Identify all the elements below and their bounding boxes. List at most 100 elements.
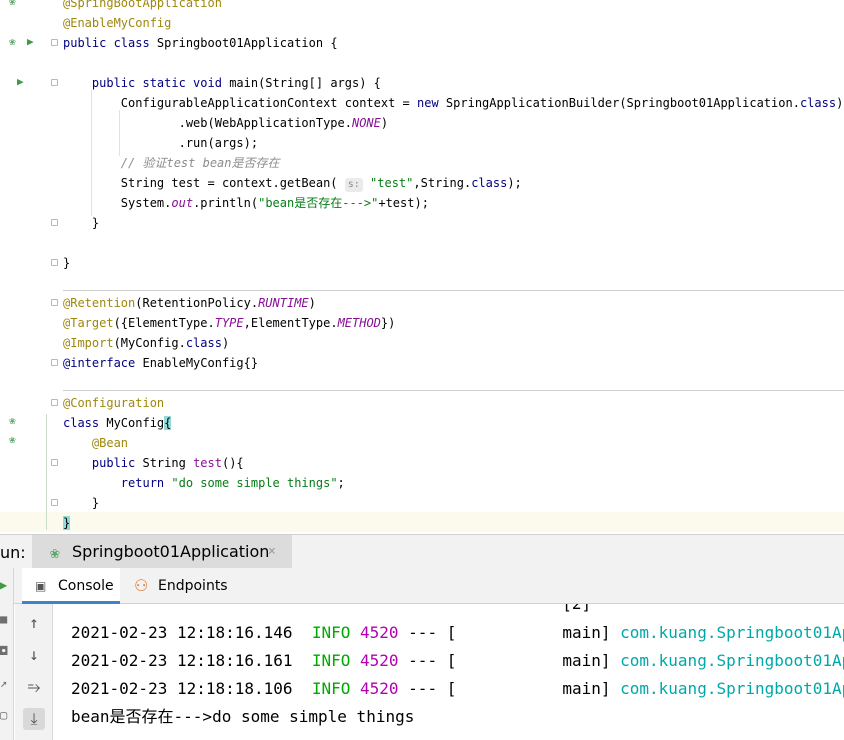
layout-icon[interactable]: ▢ [0, 708, 7, 722]
bean-icon[interactable]: ❀ [9, 0, 16, 8]
changed-lines-marker [46, 414, 47, 530]
code-token: } [63, 256, 71, 270]
code-line[interactable]: ConfigurableApplicationContext context =… [63, 93, 844, 113]
code-token: (MyConfig. [113, 336, 186, 350]
code-token: ) [308, 296, 316, 310]
code-token: ); [507, 176, 522, 190]
fold-marker[interactable] [51, 359, 58, 366]
log-pid: 4520 [360, 651, 399, 670]
log-line: 2021-02-23 12:18:18.106 INFO 4520 --- [ … [71, 675, 844, 703]
code-token: class [799, 96, 837, 110]
run-gutter-icon[interactable]: ▶ [27, 36, 34, 48]
tab-endpoints[interactable]: ⚇ Endpoints [124, 568, 244, 604]
log-sep: --- [ [408, 623, 457, 642]
code-line[interactable]: @SpringBootApplication [63, 0, 222, 13]
bean-icon[interactable]: ❀ [9, 415, 16, 427]
tab-console[interactable]: ▣ Console [22, 568, 120, 604]
fold-marker[interactable] [51, 299, 58, 306]
code-token: test [193, 456, 222, 470]
log-ts: 2021-02-23 12:18:16.146 [71, 623, 293, 642]
endpoints-icon: ⚇ [134, 576, 149, 595]
scroll-down-icon[interactable]: ↓ [23, 644, 45, 666]
code-token: return [120, 476, 172, 490]
code-token: NONE [351, 116, 381, 130]
run-gutter-icon[interactable]: ▶ [17, 76, 24, 88]
camera-icon[interactable]: ◘ [0, 644, 7, 658]
code-token: MyConfig [106, 416, 165, 430]
code-line[interactable]: @Retention(RetentionPolicy.RUNTIME) [63, 293, 316, 313]
run-config-tab[interactable]: ❀ Springboot01Application × [32, 535, 292, 568]
code-line[interactable]: } [63, 493, 99, 513]
code-line[interactable]: class MyConfig{ [63, 413, 172, 433]
code-token: .web(WebApplicationType. [63, 116, 352, 130]
code-line[interactable]: @Import(MyConfig.class) [63, 333, 229, 353]
console-icon: ▣ [35, 579, 47, 593]
scroll-to-end-icon[interactable]: ⤓ [23, 708, 45, 730]
code-token: ,String. [413, 176, 472, 190]
code-line[interactable]: .web(WebApplicationType.NONE) [63, 113, 389, 133]
log-logger: com.kuang.Springboot01Application [620, 679, 844, 698]
code-line[interactable]: @Configuration [63, 393, 164, 413]
fold-marker[interactable] [51, 459, 58, 466]
code-line[interactable]: } [63, 513, 71, 533]
code-token: (){ [221, 456, 244, 470]
code-token: public [91, 456, 143, 470]
run-actions-strip: ▶ ■ ◘ ↗ ▢ [0, 568, 14, 740]
fold-marker[interactable] [51, 39, 58, 46]
code-line[interactable]: @EnableMyConfig [63, 13, 171, 33]
code-line[interactable]: public static void main(String[] args) { [63, 73, 381, 93]
code-token: ) [380, 116, 389, 130]
code-line[interactable]: @Target({ElementType.TYPE,ElementType.ME… [63, 313, 395, 333]
soft-wrap-icon[interactable]: ⥱ [23, 676, 45, 698]
code-token: main(String[] args) { [229, 76, 381, 90]
spring-boot-icon: ❀ [50, 543, 60, 562]
console-output[interactable]: [2] 2021-02-23 12:18:16.146 INFO 4520 --… [54, 604, 844, 740]
code-line[interactable]: .run(args); [63, 133, 258, 153]
code-line[interactable]: String test = context.getBean( s: "test"… [63, 173, 522, 193]
code-token: } [63, 516, 71, 530]
code-token: ) [836, 96, 844, 110]
log-level: INFO [311, 623, 351, 642]
log-ts: 2021-02-23 12:18:18.106 [71, 679, 293, 698]
code-token: Springboot01Application { [156, 36, 338, 50]
code-line[interactable]: @Bean [63, 433, 128, 453]
code-token: class [63, 416, 107, 430]
log-pid: 4520 [360, 679, 399, 698]
code-line[interactable]: public String test(){ [63, 453, 244, 473]
code-editor[interactable]: ❀ ❀ ▶ ▶ ❀ ❀ @SpringBootApplication @Enabl… [0, 0, 844, 534]
code-token: String [142, 456, 194, 470]
code-line[interactable]: } [63, 213, 99, 233]
code-token: System. [63, 196, 172, 210]
tab-console-label: Console [58, 578, 114, 594]
bean-icon[interactable]: ❀ [9, 434, 16, 446]
code-token: .println( [193, 196, 259, 210]
code-line[interactable]: } [63, 253, 70, 273]
code-line[interactable]: public class Springboot01Application { [63, 33, 338, 53]
run-tool-tabs: ▣ Console ⚇ Endpoints [0, 568, 844, 604]
code-token: SpringApplicationBuilder(Springboot01App… [445, 96, 800, 110]
code-token: String test = context.getBean( [63, 176, 345, 190]
stop-icon[interactable]: ■ [0, 612, 7, 626]
rerun-icon[interactable]: ▶ [0, 578, 7, 592]
log-thread: main] [562, 679, 611, 698]
log-level: INFO [311, 651, 351, 670]
fold-marker[interactable] [51, 399, 58, 406]
code-token: METHOD [337, 316, 381, 330]
code-line[interactable]: return "do some simple things"; [63, 473, 345, 493]
fold-marker[interactable] [51, 79, 58, 86]
code-line[interactable]: @interface EnableMyConfig{} [63, 353, 258, 373]
code-token: new [417, 96, 446, 110]
exit-icon[interactable]: ↗ [0, 676, 7, 690]
close-icon[interactable]: × [268, 544, 276, 559]
fold-marker[interactable] [51, 499, 58, 506]
log-pid: 4520 [360, 623, 399, 642]
code-line[interactable]: System.out.println("bean是否存在--->"+test); [63, 193, 429, 213]
scroll-up-icon[interactable]: ↑ [23, 612, 45, 634]
bean-icon[interactable]: ❀ [9, 36, 16, 48]
code-token: "test" [362, 176, 414, 190]
fold-marker[interactable] [51, 259, 58, 266]
code-line[interactable]: // 验证test bean是否存在 [63, 153, 280, 173]
fold-marker[interactable] [51, 219, 58, 226]
code-token: class [471, 176, 508, 190]
code-token: @Bean [91, 436, 129, 450]
